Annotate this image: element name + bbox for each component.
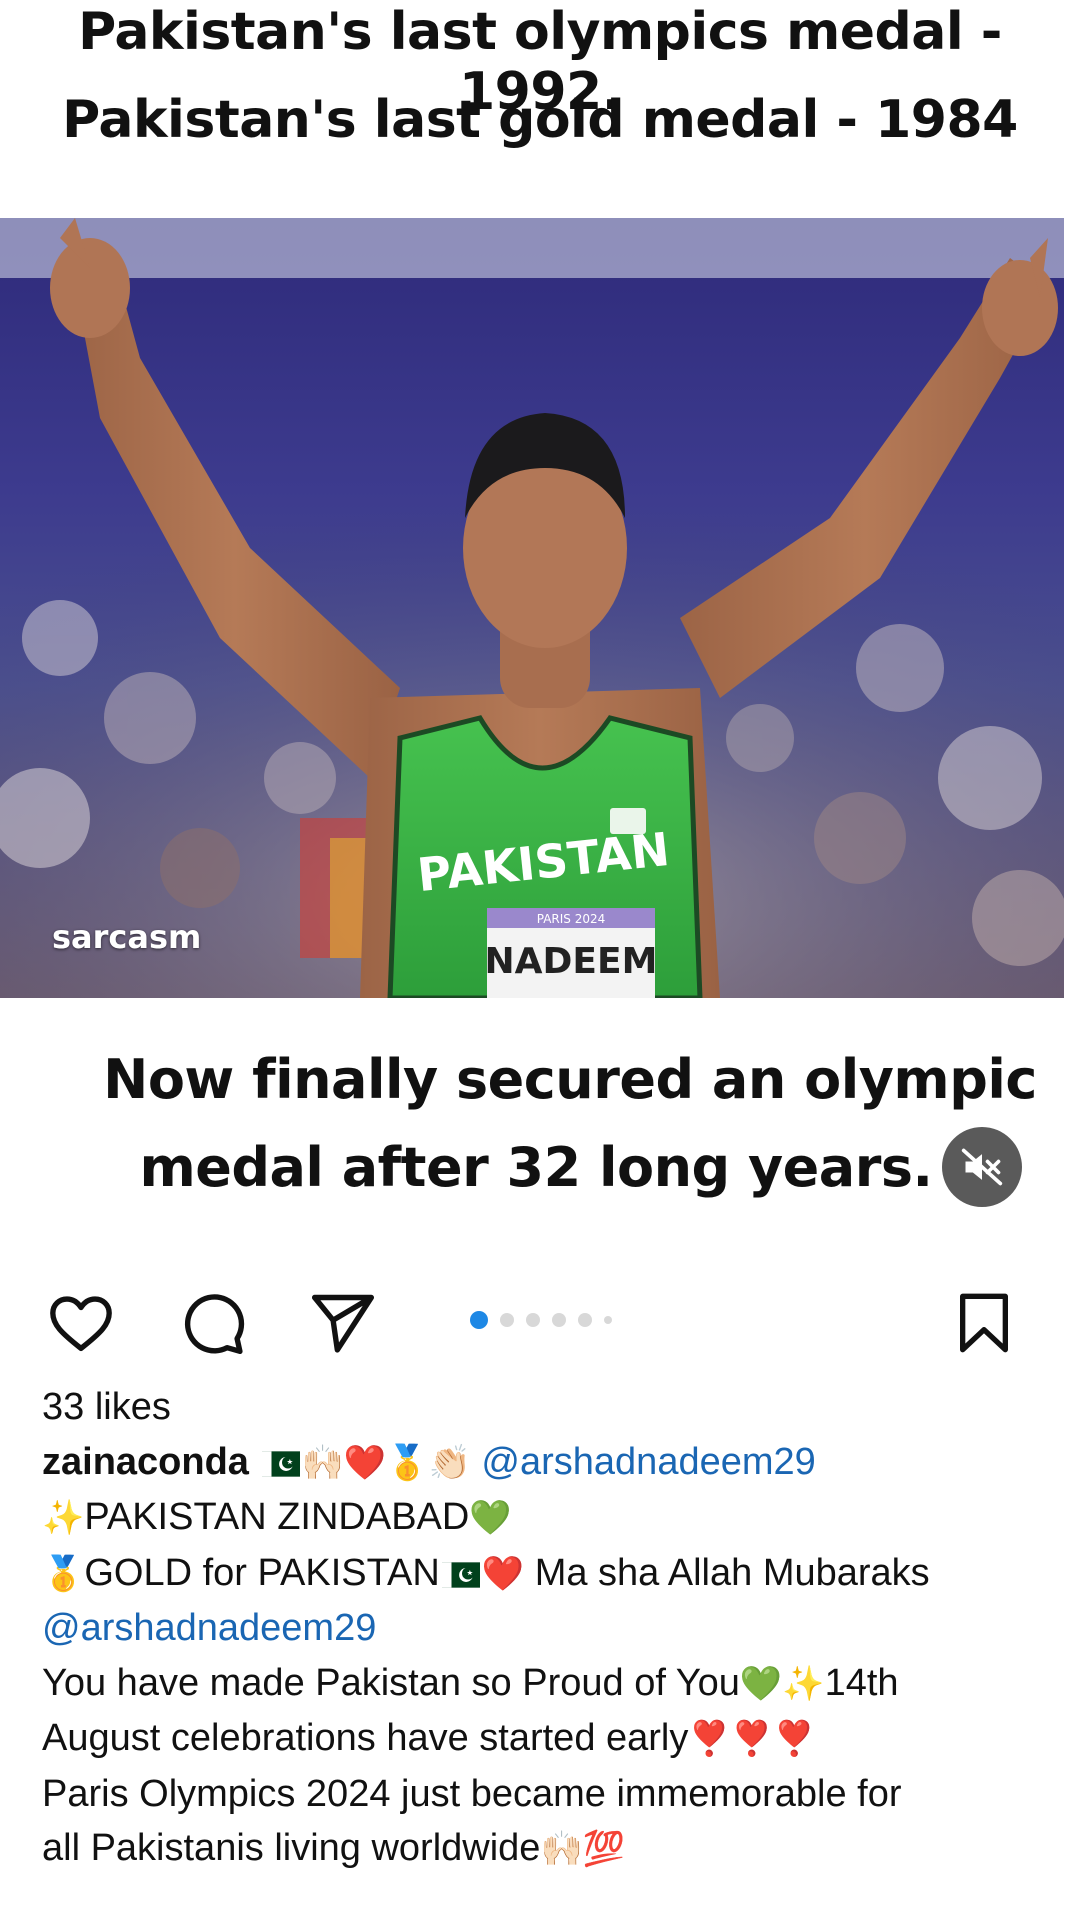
meme-title-line-2: Pakistan's last gold medal - 1984 [62, 90, 1018, 150]
caption-text: all Pakistanis living worldwide [42, 1827, 541, 1869]
athlete-illustration: PAKISTAN PARIS 2024 NADEEM [0, 218, 1064, 998]
caption-line-1: zainaconda 🙌🏻❤️🥇👏🏻 @arshadnadeem29 [42, 1435, 1052, 1491]
caption-text: Ma sha Allah Mubaraks [524, 1551, 930, 1594]
like-button[interactable] [46, 1288, 116, 1358]
caption-text: Paris Olympics 2024 just became immemora… [42, 1772, 902, 1815]
mute-button[interactable] [942, 1127, 1022, 1207]
carousel-indicator [470, 1310, 612, 1330]
bib-name: NADEEM [485, 941, 658, 982]
mention-link[interactable]: @arshadnadeem29 [481, 1441, 815, 1483]
caption-text: PAKISTAN ZINDABAD [84, 1496, 470, 1538]
carousel-dot[interactable] [470, 1311, 488, 1329]
caption-text: 14th [824, 1661, 899, 1704]
caption-line-2: ✨PAKISTAN ZINDABAD💚 [42, 1490, 1052, 1546]
save-button[interactable] [952, 1288, 1016, 1358]
bookmark-icon [960, 1293, 1008, 1353]
caption-emojis: 💚✨ [739, 1664, 825, 1703]
bib-event: PARIS 2024 [537, 912, 606, 926]
meme-top-band: Pakistan's last olympics medal - 1992. P… [0, 0, 1080, 210]
carousel-dot[interactable] [526, 1313, 540, 1327]
post-info: 33 likes zainaconda 🙌🏻❤️🥇👏🏻 @arshadnadee… [42, 1380, 1052, 1877]
caption-line-5: You have made Pakistan so Proud of You💚✨… [42, 1656, 1052, 1712]
pakistan-flag-icon [261, 1450, 300, 1477]
pakistan-flag-icon [441, 1561, 480, 1588]
red-heart-emoji: ❤️ [481, 1554, 525, 1593]
meme-caption-line-1: Now finally secured an olympic [103, 1048, 1037, 1111]
post-media-image[interactable]: Pakistan's last olympics medal - 1992. P… [0, 0, 1080, 1270]
comment-button[interactable] [178, 1288, 248, 1358]
mention-link[interactable]: @arshadnadeem29 [42, 1607, 376, 1649]
carousel-dot[interactable] [552, 1313, 566, 1327]
caption-line-7: Paris Olympics 2024 just became immemora… [42, 1767, 1052, 1822]
green-heart-emoji: 💚 [469, 1499, 512, 1537]
heart-exclamation-emojis: ❣️❣️❣️ [688, 1720, 816, 1758]
caption-line-6: August celebrations have started early❣️… [42, 1711, 1052, 1767]
caption-emojis: 🙌🏻💯 [540, 1830, 626, 1868]
medal-emoji: 🥇 [42, 1554, 85, 1593]
speaker-muted-icon [961, 1148, 1003, 1186]
comment-bubble-icon [184, 1294, 245, 1355]
caption-line-3: 🥇GOLD for PAKISTAN ❤️ Ma sha Allah Mubar… [42, 1546, 1052, 1602]
meme-caption-line-2: medal after 32 long years. [139, 1136, 933, 1199]
athlete-photo: PAKISTAN PARIS 2024 NADEEM sarcasm [0, 218, 1064, 998]
instagram-post-screen: Pakistan's last olympics medal - 1992. P… [0, 0, 1080, 1920]
caption-text: GOLD for PAKISTAN [84, 1551, 440, 1594]
likes-count[interactable]: 33 likes [42, 1380, 1052, 1435]
paper-plane-icon [311, 1294, 375, 1353]
caption-line-8: all Pakistanis living worldwide🙌🏻💯 [42, 1821, 1052, 1877]
sparkles-emoji: ✨ [42, 1499, 85, 1537]
username-link[interactable]: zainaconda [42, 1441, 249, 1483]
heart-icon [50, 1296, 112, 1352]
caption-emojis: 🙌🏻❤️🥇👏🏻 [301, 1443, 471, 1482]
share-button[interactable] [308, 1288, 378, 1358]
meme-bottom-band: Now finally secured an olympic medal aft… [0, 1000, 1080, 1270]
carousel-dot[interactable] [578, 1313, 592, 1327]
carousel-dot[interactable] [604, 1316, 612, 1324]
carousel-dot[interactable] [500, 1313, 514, 1327]
caption-text: You have made Pakistan so Proud of You [42, 1661, 740, 1704]
caption-line-4: @arshadnadeem29 [42, 1601, 1052, 1656]
watermark-text: sarcasm [52, 918, 202, 956]
caption-text: August celebrations have started early [42, 1717, 689, 1759]
